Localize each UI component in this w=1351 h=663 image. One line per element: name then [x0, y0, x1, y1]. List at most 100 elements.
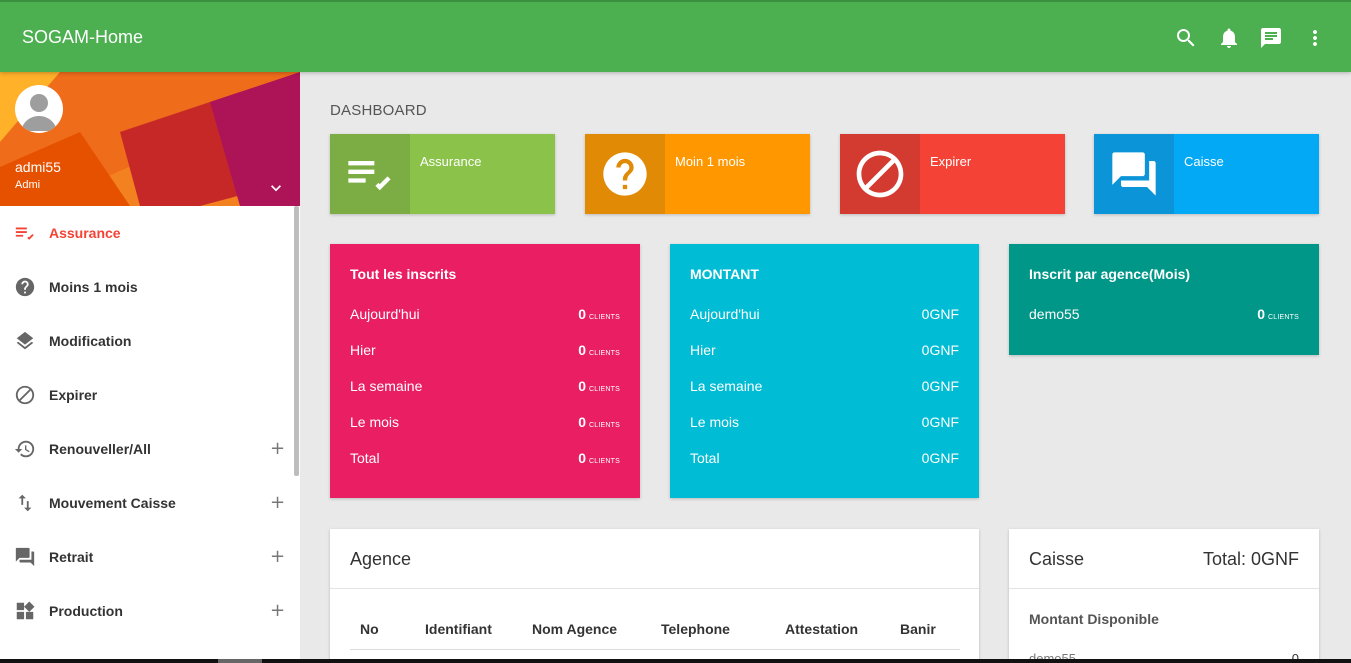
card-title: Caisse: [1029, 549, 1085, 569]
agence-mois-title: Inscrit par agence(Mois): [1029, 266, 1191, 282]
sidebar-item-label: Renouveller/All: [49, 441, 151, 457]
app-title[interactable]: SOGAM-Home: [22, 27, 143, 48]
column-header[interactable]: Attestation: [785, 621, 858, 637]
stat-value: 0 CLIENTS: [578, 306, 620, 322]
stat-label: Hier: [350, 342, 376, 358]
stat-value: 0GNF: [921, 450, 959, 466]
stat-row: Hier 0 CLIENTS: [350, 342, 620, 362]
sidebar-item-assurance[interactable]: Assurance: [0, 206, 300, 260]
top-app-bar: SOGAM-Home: [0, 0, 1351, 72]
page-title: DASHBOARD: [330, 102, 427, 119]
horizontal-scrollbar-thumb[interactable]: [218, 659, 262, 663]
stat-label: La semaine: [690, 378, 763, 394]
stat-label: Total: [690, 450, 720, 466]
tile-expirer[interactable]: Expirer: [840, 134, 1065, 214]
sidebar-item-retrait[interactable]: Retrait +: [0, 530, 300, 584]
inscrits-title: Tout les inscrits: [350, 266, 457, 282]
stat-row: Aujourd'hui 0GNF: [690, 306, 959, 326]
montant-title: MONTANT: [690, 266, 759, 282]
sidebar-item-label: Retrait: [49, 549, 94, 565]
horizontal-scrollbar-track: [0, 659, 1351, 663]
card-title: Agence: [350, 549, 412, 569]
column-header[interactable]: Identifiant: [425, 621, 492, 637]
stat-label: Aujourd'hui: [690, 306, 760, 322]
stat-label: Le mois: [350, 414, 400, 430]
expand-plus-icon[interactable]: +: [270, 492, 285, 513]
sidebar-item-mouvement-caisse[interactable]: Mouvement Caisse +: [0, 476, 300, 530]
column-header[interactable]: Telephone: [661, 621, 730, 637]
stat-row: La semaine 0 CLIENTS: [350, 378, 620, 398]
stat-row: Le mois 0GNF: [690, 414, 959, 434]
tile-icon-box: [840, 134, 920, 214]
tile-label: Caisse: [1184, 154, 1224, 169]
search-icon[interactable]: [1174, 26, 1198, 50]
help-circle-icon: [15, 277, 35, 297]
tile-label: Expirer: [930, 154, 972, 169]
forum-icon: [15, 547, 35, 567]
sidebar-item-modification[interactable]: Modification: [0, 314, 300, 368]
table-divider: [350, 649, 960, 650]
swap-vertical-icon: [18, 494, 32, 512]
sidebar-menu: Assurance Moins 1 mois Modification Expi…: [0, 206, 300, 638]
tile-icon-box: [1094, 134, 1174, 214]
stat-label: Aujourd'hui: [350, 306, 420, 322]
card-header: Caisse Total: 0GNF: [1009, 529, 1319, 589]
tile-label: Assurance: [420, 154, 482, 169]
sidebar: admi55 Admi Assurance Moins 1 mois Modif…: [0, 72, 300, 663]
card-header: Agence: [330, 529, 979, 589]
sidebar-item-moins-1-mois[interactable]: Moins 1 mois: [0, 260, 300, 314]
user-profile-panel: admi55 Admi: [0, 72, 300, 206]
message-icon[interactable]: [1259, 26, 1283, 50]
inscrits-card: Tout les inscrits Aujourd'hui 0 CLIENTS H…: [330, 244, 640, 498]
help-circle-icon: [603, 152, 647, 196]
layers-icon: [16, 331, 34, 350]
caisse-card: Caisse Total: 0GNF Montant Disponible de…: [1009, 529, 1319, 663]
sidebar-item-expirer[interactable]: Expirer: [0, 368, 300, 422]
tile-assurance[interactable]: Assurance: [330, 134, 555, 214]
tile-icon-box: [330, 134, 410, 214]
sidebar-item-label: Mouvement Caisse: [49, 495, 176, 511]
user-avatar-icon: [21, 94, 57, 131]
caisse-total: Total: 0GNF: [1202, 549, 1299, 569]
playlist-check-icon: [15, 227, 34, 240]
expand-plus-icon[interactable]: +: [270, 546, 285, 567]
stat-value: 0 CLIENTS: [578, 414, 620, 430]
user-name: admi55: [15, 159, 61, 175]
stat-label: Total: [350, 450, 380, 466]
history-icon: [14, 440, 35, 458]
tile-caisse[interactable]: Caisse: [1094, 134, 1319, 214]
stat-row: Le mois 0 CLIENTS: [350, 414, 620, 434]
sidebar-item-label: Modification: [49, 333, 132, 349]
sidebar-item-label: Expirer: [49, 387, 98, 403]
stat-row: Total 0 CLIENTS: [350, 450, 620, 470]
inscrit-par-agence-card: Inscrit par agence(Mois) demo55 0 CLIENTS: [1009, 244, 1319, 355]
stat-value: 0GNF: [921, 378, 959, 394]
stat-row: demo55 0 CLIENTS: [1029, 306, 1299, 326]
stat-value: 0 CLIENTS: [1257, 306, 1299, 322]
sidebar-item-renouveller[interactable]: Renouveller/All +: [0, 422, 300, 476]
chevron-down-icon[interactable]: [266, 178, 286, 198]
tile-label: Moin 1 mois: [675, 154, 746, 169]
expand-plus-icon[interactable]: +: [270, 438, 285, 459]
agence-table-card: Agence No Identifiant Nom Agence Telepho…: [330, 529, 979, 663]
sidebar-item-label: Assurance: [49, 225, 121, 241]
column-header[interactable]: No: [360, 621, 379, 637]
caisse-subtitle: Montant Disponible: [1029, 611, 1159, 627]
stat-value: 0GNF: [921, 306, 959, 322]
sidebar-item-label: Moins 1 mois: [49, 279, 138, 295]
forum-icon: [1112, 152, 1156, 196]
stat-row: Aujourd'hui 0 CLIENTS: [350, 306, 620, 326]
widgets-icon: [16, 601, 35, 620]
sidebar-item-production[interactable]: Production +: [0, 584, 300, 638]
more-vert-icon[interactable]: [1303, 26, 1327, 50]
tile-moin-1-mois[interactable]: Moin 1 mois: [585, 134, 810, 214]
stat-row: Total 0GNF: [690, 450, 959, 470]
column-header[interactable]: Banir: [900, 621, 936, 637]
stat-value: 0GNF: [921, 342, 959, 358]
playlist-check-icon: [348, 161, 391, 191]
notifications-bell-icon[interactable]: [1217, 26, 1241, 50]
avatar[interactable]: [15, 85, 63, 133]
expand-plus-icon[interactable]: +: [270, 600, 285, 621]
column-header[interactable]: Nom Agence: [532, 621, 617, 637]
sidebar-scrollbar[interactable]: [294, 206, 299, 476]
